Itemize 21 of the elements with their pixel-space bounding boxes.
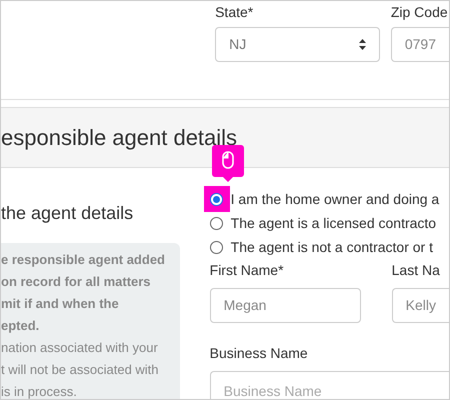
subheading: the agent details <box>1 202 134 225</box>
radio-button[interactable] <box>210 240 224 254</box>
option-label: The agent is a licensed contracto <box>230 214 436 233</box>
zip-input[interactable]: 0797 <box>390 27 449 62</box>
field-label: Last Na <box>392 261 441 280</box>
option-label: I am the home owner and doing a <box>230 190 440 209</box>
mouse-icon <box>222 151 234 169</box>
option-label: The agent is not a contractor or t <box>230 238 433 257</box>
first-name-input[interactable]: Megan <box>210 288 361 323</box>
field-label: First Name* <box>210 261 285 280</box>
field-label: Business Name <box>210 344 309 363</box>
business-name-input[interactable]: Business Name <box>210 371 449 399</box>
state-select[interactable]: NJ <box>215 27 380 62</box>
info-text: e responsible agent added on record for all matters mit if and when the epted. <box>1 251 166 335</box>
field-label: Zip Code <box>390 3 449 22</box>
field-label: State* <box>215 3 254 22</box>
sort-icon <box>358 39 366 50</box>
info-text: nation associated with your t will not be associated with is in process. <box>1 339 160 399</box>
section-title: esponsible agent details <box>1 124 238 152</box>
last-name-input[interactable]: Kelly <box>392 288 449 323</box>
radio-button[interactable] <box>210 216 224 230</box>
